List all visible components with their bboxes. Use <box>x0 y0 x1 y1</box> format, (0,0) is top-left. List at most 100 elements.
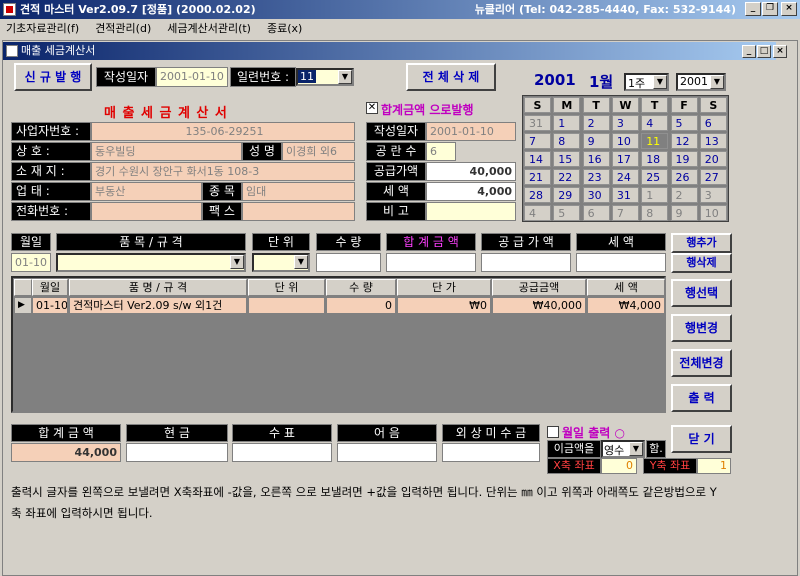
calendar-day[interactable]: 7 <box>524 133 551 149</box>
menu-exit[interactable]: 종료(x) <box>267 22 302 35</box>
entry-qty-field[interactable] <box>316 253 381 272</box>
calendar-day[interactable]: 23 <box>582 169 610 185</box>
calendar-day[interactable]: 14 <box>524 151 551 167</box>
grid-cell[interactable]: 0 <box>326 297 396 314</box>
chevron-down-icon[interactable]: ▼ <box>230 255 244 269</box>
date-field[interactable]: 2001-01-10 <box>156 67 228 87</box>
entry-supply-field[interactable] <box>481 253 571 272</box>
calendar-day[interactable]: 8 <box>641 205 669 221</box>
calendar-day[interactable]: 11 <box>641 133 669 149</box>
y-coord-field[interactable]: 1 <box>697 458 731 474</box>
phone-field[interactable] <box>91 202 202 221</box>
add-row-button[interactable]: 행추가 <box>671 233 732 253</box>
items-grid[interactable]: 월일 품 명 / 규 격단 위수 량단 가 공급금액 세 액 ▶ 01-10 견적마스터 V… <box>11 276 666 413</box>
total-amount-field[interactable]: 44,000 <box>11 443 121 462</box>
calendar-day[interactable]: 22 <box>553 169 581 185</box>
monthly-print-checkbox[interactable] <box>547 426 559 438</box>
chevron-down-icon[interactable]: ▼ <box>338 70 352 84</box>
calendar-day[interactable]: 31 <box>611 187 639 203</box>
calendar-day[interactable]: 27 <box>699 169 727 185</box>
check-field[interactable] <box>232 443 332 462</box>
calendar-day[interactable]: 3 <box>699 187 727 203</box>
calendar-day[interactable]: 9 <box>670 205 698 221</box>
cash-field[interactable] <box>126 443 228 462</box>
grid-header[interactable]: 월일 <box>32 279 68 296</box>
calendar-day[interactable]: 13 <box>699 133 727 149</box>
grid-header[interactable]: 공급금액 <box>492 279 586 296</box>
name-field[interactable]: 이경희 외6 <box>282 142 355 161</box>
restore-icon[interactable]: ❐ <box>762 2 778 16</box>
minimize-icon[interactable]: _ <box>745 2 761 16</box>
calendar-day[interactable]: 10 <box>611 133 639 149</box>
grid-cell[interactable]: ₩40,000 <box>492 297 586 314</box>
child-maximize-icon[interactable]: □ <box>757 45 771 58</box>
grid-header[interactable]: 세 액 <box>587 279 665 296</box>
chevron-down-icon[interactable]: ▼ <box>710 75 724 89</box>
row-indicator-icon[interactable]: ▶ <box>14 297 32 314</box>
chevron-down-icon[interactable]: ▼ <box>294 255 308 269</box>
calendar-day[interactable]: 24 <box>611 169 639 185</box>
entry-date-field[interactable]: 01-10 <box>11 253 51 272</box>
select-row-button[interactable]: 행선택 <box>671 279 732 307</box>
supply-field[interactable]: 40,000 <box>426 162 516 181</box>
calendar-day[interactable]: 19 <box>670 151 698 167</box>
memo-field[interactable] <box>426 202 516 221</box>
calendar-day[interactable]: 1 <box>553 115 581 131</box>
credit-field[interactable] <box>442 443 540 462</box>
close-button[interactable]: 닫 기 <box>671 425 732 453</box>
calendar-day[interactable]: 25 <box>641 169 669 185</box>
fax-field[interactable] <box>242 202 355 221</box>
calendar-day[interactable]: 5 <box>553 205 581 221</box>
calendar-day[interactable]: 17 <box>611 151 639 167</box>
entry-total-field[interactable] <box>386 253 476 272</box>
chevron-down-icon[interactable]: ▼ <box>653 75 667 89</box>
calendar-day[interactable]: 2 <box>670 187 698 203</box>
calendar-day[interactable]: 8 <box>553 133 581 149</box>
calendar-day[interactable]: 9 <box>582 133 610 149</box>
serial-select[interactable]: 11 ▼ <box>296 68 354 86</box>
calendar-day[interactable]: 16 <box>582 151 610 167</box>
calendar-day[interactable]: 28 <box>524 187 551 203</box>
menu-tax[interactable]: 세금계산서관리(t) <box>167 22 251 35</box>
delete-all-button[interactable]: 전 체 삭 제 <box>406 63 496 91</box>
address-field[interactable]: 경기 수원시 장안구 화서1동 108-3 <box>91 162 355 181</box>
grid-cell[interactable]: ₩0 <box>397 297 491 314</box>
calendar-day[interactable]: 3 <box>611 115 639 131</box>
calendar-day[interactable]: 6 <box>699 115 727 131</box>
chevron-down-icon[interactable]: ▼ <box>629 442 643 456</box>
close-icon[interactable]: × <box>781 2 797 16</box>
calendar-day[interactable]: 4 <box>524 205 551 221</box>
print-button[interactable]: 출 력 <box>671 384 732 412</box>
calendar-day[interactable]: 4 <box>641 115 669 131</box>
total-issue-checkbox[interactable]: ✕ <box>366 102 378 114</box>
calendar-day[interactable]: 5 <box>670 115 698 131</box>
bizno-field[interactable]: 135-06-29251 <box>91 122 355 141</box>
delete-row-button[interactable]: 행삭제 <box>671 253 732 273</box>
calendar-day[interactable]: 18 <box>641 151 669 167</box>
x-coord-field[interactable]: 0 <box>601 458 637 474</box>
company-field[interactable]: 동우빌딩 <box>91 142 242 161</box>
entry-tax-field[interactable] <box>576 253 666 272</box>
item-field[interactable]: 임대 <box>242 182 355 201</box>
calendar-day[interactable]: 15 <box>553 151 581 167</box>
grid-header[interactable]: 단 위 <box>248 279 325 296</box>
calendar-day[interactable]: 21 <box>524 169 551 185</box>
receipt-select[interactable]: 영수 ▼ <box>601 440 645 458</box>
change-all-button[interactable]: 전체변경 <box>671 349 732 377</box>
calendar-day[interactable]: 7 <box>611 205 639 221</box>
child-close-icon[interactable]: × <box>773 45 787 58</box>
tax-field[interactable]: 4,000 <box>426 182 516 201</box>
blank-field[interactable]: 6 <box>426 142 456 161</box>
biztype-field[interactable]: 부동산 <box>91 182 202 201</box>
grid-header[interactable]: 품 명 / 규 격 <box>69 279 247 296</box>
calendar-day[interactable]: 6 <box>582 205 610 221</box>
calendar-day[interactable]: 30 <box>582 187 610 203</box>
year-select[interactable]: 2001 ▼ <box>676 73 726 91</box>
week-select[interactable]: 1주 ▼ <box>624 73 669 91</box>
child-minimize-icon[interactable]: _ <box>742 45 756 58</box>
entry-unit-select[interactable]: ▼ <box>252 253 310 272</box>
grid-cell[interactable]: 01-10 <box>32 297 68 314</box>
calendar-day[interactable]: 1 <box>641 187 669 203</box>
new-issue-button[interactable]: 신 규 발 행 <box>14 63 92 91</box>
calendar-day[interactable]: 20 <box>699 151 727 167</box>
